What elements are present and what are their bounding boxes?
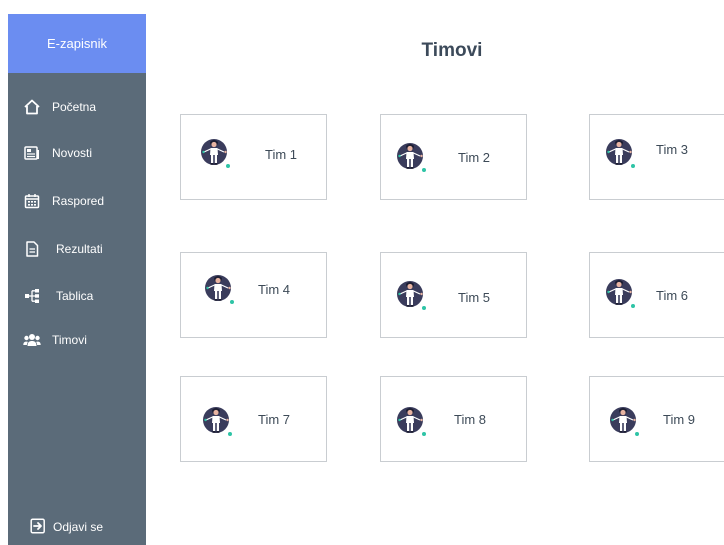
logout-button[interactable]: Odjavi se [30,512,103,542]
logout-label: Odjavi se [53,520,104,534]
sidebar-item-label: Novosti [52,146,93,160]
team-avatar-icon [202,406,233,437]
sign-out-icon [30,517,47,537]
team-card-8[interactable]: Tim 8 [380,376,527,462]
sidebar-item-timovi[interactable]: Timovi [22,323,146,357]
team-name: Tim 6 [656,288,689,303]
sidebar-item-novosti[interactable]: Novosti [22,136,146,170]
team-card-4[interactable]: Tim 4 [180,252,327,338]
team-card-5[interactable]: Tim 5 [380,252,527,338]
sidebar-item-tablica[interactable]: Tablica [22,279,146,313]
team-name: Tim 1 [265,147,298,162]
sidebar-item-label: Raspored [52,194,105,208]
team-avatar-icon [609,406,640,437]
team-card-2[interactable]: Tim 2 [380,114,527,200]
team-card-6[interactable]: Tim 6 [589,252,724,338]
sidebar-item-rezultati[interactable]: Rezultati [22,232,146,266]
sidebar-item-label: Tablica [56,289,94,303]
team-name: Tim 3 [656,142,689,157]
users-icon [22,330,42,350]
team-card-9[interactable]: Tim 9 [589,376,724,462]
team-avatar-icon [200,138,231,169]
team-card-1[interactable]: Tim 1 [180,114,327,200]
team-name: Tim 2 [458,150,491,165]
team-avatar-icon [204,274,235,305]
team-avatar-icon [605,278,636,309]
team-avatar-icon [396,406,427,437]
team-card-7[interactable]: Tim 7 [180,376,327,462]
sidebar: E-zapisnik Početna Novosti Raspored Rezu… [8,14,146,545]
team-name: Tim 4 [258,282,291,297]
team-card-3[interactable]: Tim 3 [589,114,724,200]
newspaper-icon [22,143,42,163]
home-icon [22,97,42,117]
team-name: Tim 7 [258,412,291,427]
sidebar-item-pocetna[interactable]: Početna [22,90,146,124]
team-name: Tim 5 [458,290,491,305]
calendar-icon [22,191,42,211]
team-avatar-icon [396,142,427,173]
team-name: Tim 8 [454,412,487,427]
team-name: Tim 9 [663,412,696,427]
team-avatar-icon [605,138,636,169]
page-title: Timovi [421,40,483,61]
sidebar-item-label: Početna [52,100,97,114]
document-icon [22,239,42,259]
sidebar-item-label: Timovi [52,333,87,347]
brand-logo[interactable]: E-zapisnik [8,14,146,73]
team-avatar-icon [396,280,427,311]
sitemap-icon [22,286,42,306]
sidebar-item-raspored[interactable]: Raspored [22,184,146,218]
sidebar-item-label: Rezultati [56,242,103,256]
